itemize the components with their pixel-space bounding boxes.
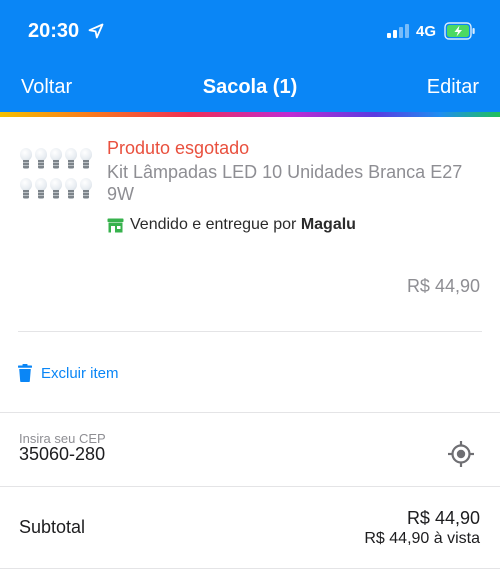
led-bulb-graphic [20, 148, 32, 170]
divider [0, 412, 500, 413]
led-bulb-graphic [20, 178, 32, 200]
seller-text: Vendido e entregue por Magalu [130, 216, 356, 234]
edit-button[interactable]: Editar [427, 76, 479, 99]
cellular-signal-icon [387, 24, 409, 38]
product-name[interactable]: Kit Lâmpadas LED 10 Unidades Branca E27 … [107, 161, 477, 205]
led-bulb-graphic [35, 178, 47, 200]
gps-target-icon[interactable] [447, 440, 475, 468]
led-bulb-graphic [35, 148, 47, 170]
sold-out-badge: Produto esgotado [107, 138, 250, 158]
subtotal-label: Subtotal [19, 517, 86, 537]
brand-gradient-strip [0, 112, 500, 117]
product-price: R$ 44,90 [406, 276, 480, 296]
divider [0, 568, 500, 569]
store-icon [107, 218, 124, 233]
battery-charging-icon [444, 22, 475, 40]
cep-input[interactable]: 35060-280 [19, 444, 105, 465]
cash-price: R$ 44,90 à vista [364, 530, 480, 547]
led-bulb-graphic [50, 178, 62, 200]
status-time: 20:30 [28, 20, 80, 42]
divider [0, 486, 500, 487]
product-image[interactable] [18, 144, 98, 202]
subtotal-price: R$ 44,90 [406, 508, 480, 528]
network-type: 4G [416, 23, 437, 40]
led-bulb-graphic [80, 178, 92, 200]
app-header: 20:30 4G Voltar Sacola (1) Editar [0, 0, 500, 112]
led-bulb-graphic [65, 178, 77, 200]
seller-prefix: Vendido e entregue por [130, 216, 301, 233]
divider [18, 331, 482, 332]
status-bar: 20:30 4G [0, 0, 500, 64]
seller-name: Magalu [300, 216, 356, 233]
page-title-wrapper: Sacola (1) [0, 76, 500, 99]
location-arrow-icon [88, 23, 104, 39]
led-bulb-graphic [50, 148, 62, 170]
led-bulb-graphic [65, 148, 77, 170]
led-bulb-graphic [80, 148, 92, 170]
page-title: Sacola (1) [202, 76, 298, 98]
delete-item-label: Excluir item [41, 365, 119, 382]
trash-icon [18, 364, 32, 382]
nav-bar: Voltar Sacola (1) Editar [0, 64, 500, 112]
